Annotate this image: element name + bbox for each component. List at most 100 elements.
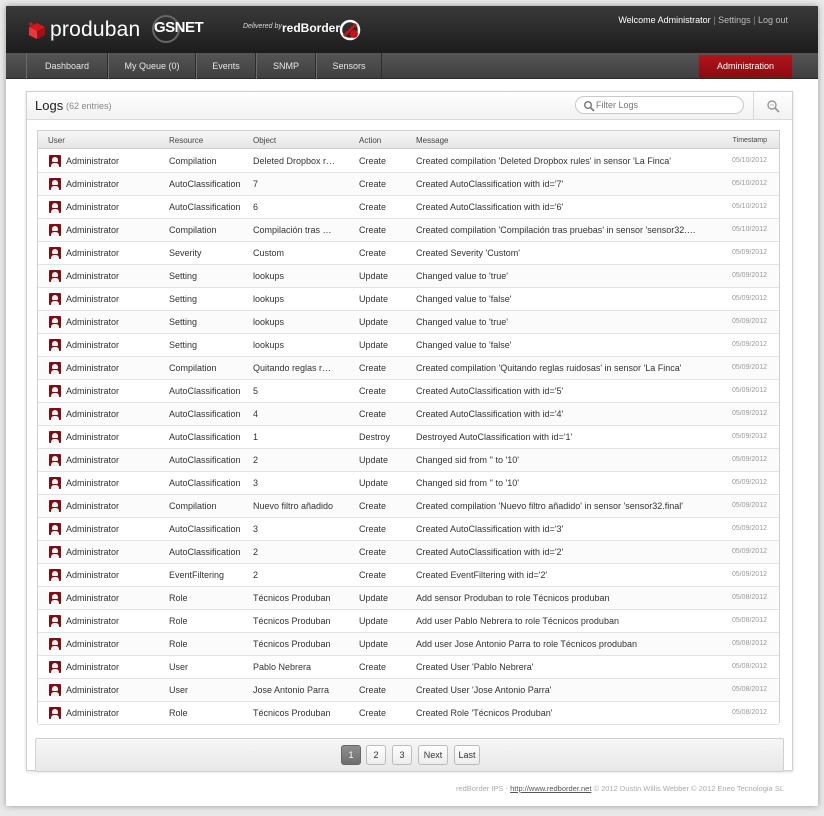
header-resource[interactable]: Resource xyxy=(169,136,203,145)
table-row[interactable]: Administrator Severity Custom Create Created… xyxy=(38,242,779,265)
header-action[interactable]: Action xyxy=(359,136,381,145)
next-page-button[interactable]: Next xyxy=(418,745,448,765)
cell-message: Changed value to 'false' xyxy=(416,340,512,350)
nav-sensors[interactable]: Sensors xyxy=(316,53,382,79)
cell-action: Create xyxy=(359,409,387,419)
cell-object: 2 xyxy=(253,547,259,557)
user-avatar-icon xyxy=(49,362,61,374)
cell-object: 1 xyxy=(253,432,259,442)
nav-snmp[interactable]: SNMP xyxy=(256,53,316,79)
cell-action: Update xyxy=(359,271,389,281)
search-button[interactable] xyxy=(753,92,792,120)
table-row[interactable]: Administrator Compilation Nuevo filtro aña… xyxy=(38,495,779,518)
header-user[interactable]: User xyxy=(48,136,65,145)
table-row[interactable]: Administrator Setting lookups Update Changed… xyxy=(38,265,779,288)
pagination-bar: 1 2 3 Next Last xyxy=(35,738,784,772)
cell-timestamp: 05/09/2012 xyxy=(731,295,767,302)
table-row[interactable]: Administrator AutoClassification 3 Update Ch… xyxy=(38,472,779,495)
table-row[interactable]: Administrator Compilation Compilación tras… xyxy=(38,219,779,242)
logout-link[interactable]: Log out xyxy=(758,15,788,25)
cell-action: Create xyxy=(359,547,387,557)
brand-logo-text[interactable]: produban xyxy=(50,18,140,42)
table-row[interactable]: Administrator User Pablo Nebrera Create Crea… xyxy=(38,656,779,679)
cell-message: Created User 'Pablo Nebrera' xyxy=(416,662,534,672)
table-row[interactable]: Administrator AutoClassification 2 Create Cr… xyxy=(38,541,779,564)
nav-administration[interactable]: Administration xyxy=(699,55,792,78)
user-avatar-icon xyxy=(49,316,61,328)
cell-message: Created AutoClassification with id='4' xyxy=(416,409,564,419)
user-avatar-icon xyxy=(49,500,61,512)
table-row[interactable]: Administrator Compilation Deleted Dropbox … xyxy=(38,150,779,173)
table-row[interactable]: Administrator AutoClassification 5 Create Cr… xyxy=(38,380,779,403)
cell-timestamp: 05/09/2012 xyxy=(731,272,767,279)
header-message[interactable]: Message xyxy=(416,136,448,145)
cell-resource: AutoClassification xyxy=(169,455,241,465)
cell-user: Administrator xyxy=(66,409,120,419)
nav-dashboard[interactable]: Dashboard xyxy=(26,53,108,79)
cell-user: Administrator xyxy=(66,363,120,373)
user-avatar-icon xyxy=(49,270,61,282)
cell-user: Administrator xyxy=(66,616,120,626)
header-object[interactable]: Object xyxy=(253,136,276,145)
top-header: produban GSNET Delivered by redBorder We… xyxy=(6,6,818,53)
cell-resource: AutoClassification xyxy=(169,547,241,557)
nav-events[interactable]: Events xyxy=(196,53,256,79)
cell-action: Update xyxy=(359,340,389,350)
cell-timestamp: 05/09/2012 xyxy=(731,525,767,532)
cell-action: Create xyxy=(359,708,387,718)
page-2-button[interactable]: 2 xyxy=(366,745,386,765)
cell-timestamp: 05/10/2012 xyxy=(731,226,767,233)
table-row[interactable]: Administrator Role Técnicos Produban Update… xyxy=(38,610,779,633)
table-row[interactable]: Administrator User Jose Antonio Parra Creat… xyxy=(38,679,779,702)
cell-message: Destroyed AutoClassification with id='1' xyxy=(416,432,573,442)
footer: redBorder IPS - http://www.redborder.net… xyxy=(456,784,784,793)
cell-object: 6 xyxy=(253,202,259,212)
cell-resource: AutoClassification xyxy=(169,524,241,534)
settings-link[interactable]: Settings xyxy=(718,15,751,25)
nav-my-queue[interactable]: My Queue (0) xyxy=(108,53,196,79)
cell-user: Administrator xyxy=(66,179,120,189)
cell-resource: Compilation xyxy=(169,156,217,166)
cell-object: lookups xyxy=(253,317,285,327)
table-row[interactable]: Administrator AutoClassification 6 Create Cr… xyxy=(38,196,779,219)
table-row[interactable]: Administrator Compilation Quitando reglas … xyxy=(38,357,779,380)
footer-link[interactable]: http://www.redborder.net xyxy=(510,784,591,793)
page-1-button[interactable]: 1 xyxy=(341,745,361,765)
cell-resource: EventFiltering xyxy=(169,570,225,580)
cell-user: Administrator xyxy=(66,202,120,212)
cell-user: Administrator xyxy=(66,501,120,511)
cell-resource: AutoClassification xyxy=(169,409,241,419)
last-page-button[interactable]: Last xyxy=(454,745,480,765)
table-row[interactable]: Administrator Setting lookups Update Changed… xyxy=(38,288,779,311)
cell-user: Administrator xyxy=(66,685,120,695)
cell-message: Created EventFiltering with id='2' xyxy=(416,570,548,580)
table-row[interactable]: Administrator EventFiltering 2 Create Create… xyxy=(38,564,779,587)
cell-action: Create xyxy=(359,363,387,373)
cell-action: Update xyxy=(359,294,389,304)
table-row[interactable]: Administrator Role Técnicos Produban Create… xyxy=(38,702,779,725)
table-row[interactable]: Administrator Setting lookups Update Changed… xyxy=(38,311,779,334)
cell-timestamp: 05/09/2012 xyxy=(731,364,767,371)
filter-field[interactable] xyxy=(575,96,744,114)
table-row[interactable]: Administrator Role Técnicos Produban Update… xyxy=(38,587,779,610)
table-row[interactable]: Administrator Setting lookups Update Changed… xyxy=(38,334,779,357)
cell-resource: AutoClassification xyxy=(169,432,241,442)
app-frame: produban GSNET Delivered by redBorder We… xyxy=(6,6,818,806)
user-avatar-icon xyxy=(49,201,61,213)
cell-timestamp: 05/08/2012 xyxy=(731,594,767,601)
cell-message: Changed sid from '' to '10' xyxy=(416,478,519,488)
table-header: User Resource Object Action Message Time… xyxy=(38,131,779,149)
table-row[interactable]: Administrator AutoClassification 1 Destroy D… xyxy=(38,426,779,449)
filter-logs-input[interactable] xyxy=(596,99,736,111)
cell-resource: Role xyxy=(169,708,188,718)
header-timestamp[interactable]: Timestamp xyxy=(733,137,767,144)
table-row[interactable]: Administrator AutoClassification 2 Update Ch… xyxy=(38,449,779,472)
cell-object: 3 xyxy=(253,524,259,534)
cell-user: Administrator xyxy=(66,156,120,166)
table-row[interactable]: Administrator AutoClassification 4 Create Cr… xyxy=(38,403,779,426)
logs-table: User Resource Object Action Message Time… xyxy=(37,130,780,725)
table-row[interactable]: Administrator AutoClassification 3 Create Cr… xyxy=(38,518,779,541)
table-row[interactable]: Administrator Role Técnicos Produban Update… xyxy=(38,633,779,656)
table-row[interactable]: Administrator AutoClassification 7 Create Cr… xyxy=(38,173,779,196)
page-3-button[interactable]: 3 xyxy=(392,745,412,765)
